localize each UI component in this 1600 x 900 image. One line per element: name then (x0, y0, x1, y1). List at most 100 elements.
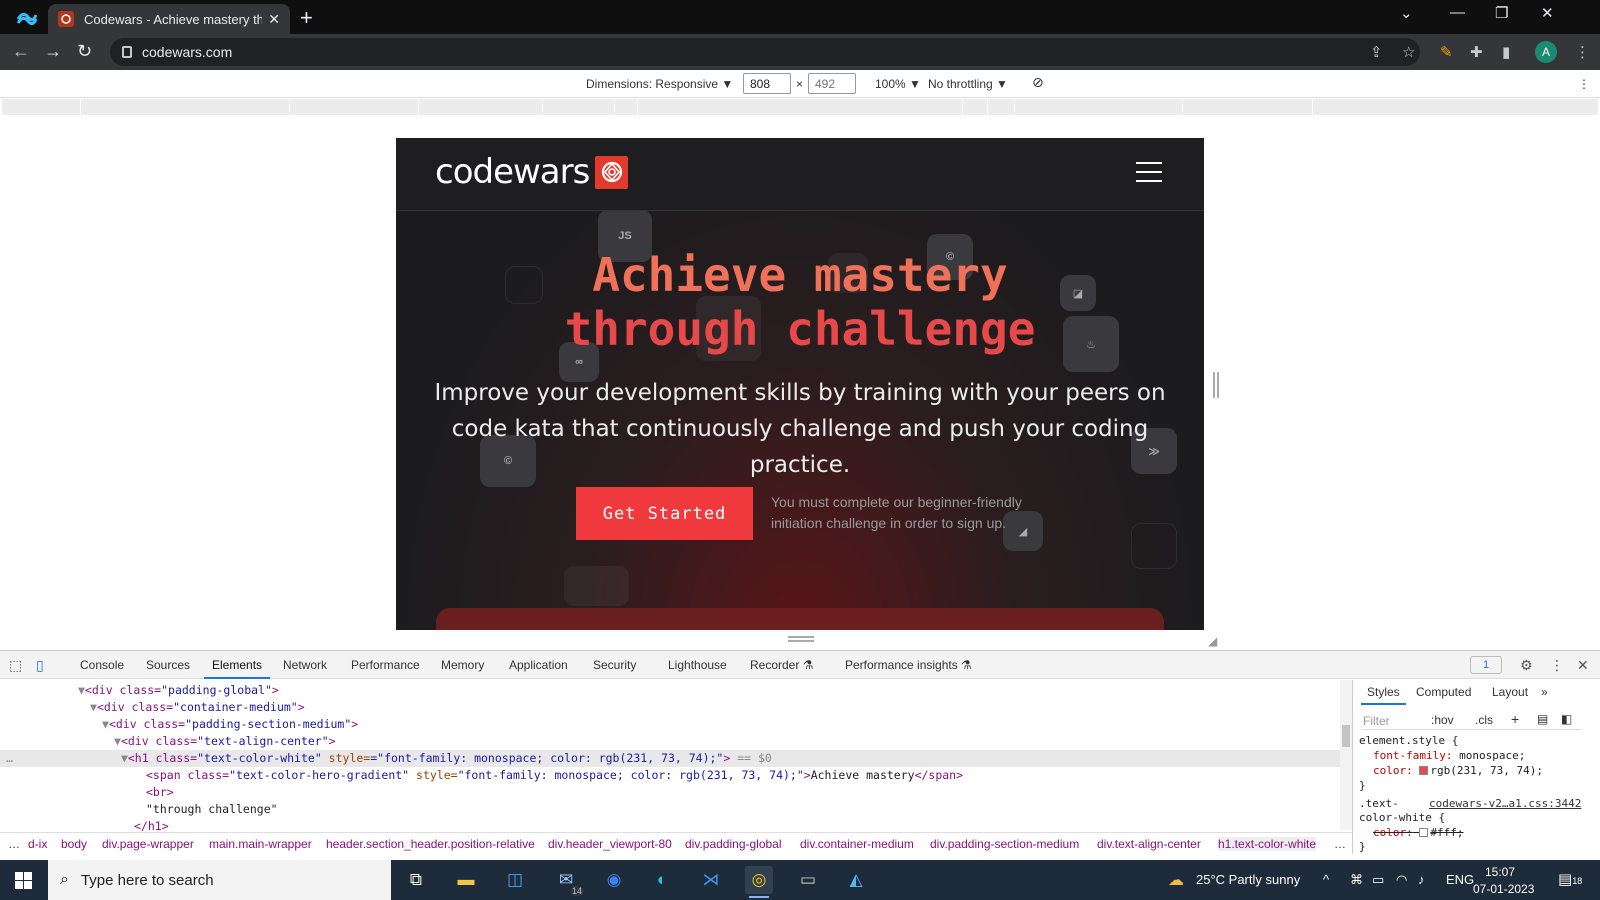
device-toggle-icon[interactable]: ▯ (36, 657, 44, 674)
tab-network[interactable]: Network (283, 658, 327, 672)
settings-gear-icon[interactable]: ⚙ (1520, 657, 1533, 674)
dom-node[interactable]: <span class="text-color-hero-gradient" s… (146, 767, 963, 784)
tab-sources[interactable]: Sources (146, 658, 190, 672)
dom-node[interactable]: </h1> (134, 818, 169, 832)
taskbar-search-input[interactable]: ⌕ Type here to search (48, 860, 391, 900)
elements-scrollbar[interactable] (1340, 680, 1352, 830)
breadcrumb-overflow[interactable]: … (8, 837, 20, 851)
color-swatch[interactable] (1419, 828, 1429, 837)
cls-toggle[interactable]: .cls (1475, 713, 1493, 727)
get-started-button[interactable]: Get Started (576, 487, 753, 540)
battery-icon[interactable]: ▭ (1372, 872, 1384, 888)
weather-text[interactable]: 25°C Partly sunny (1196, 872, 1300, 887)
sidebar-toggle-icon[interactable]: ◧ (1561, 712, 1572, 726)
wifi-icon[interactable]: ◠ (1396, 872, 1407, 888)
tab-security[interactable]: Security (593, 658, 636, 672)
breadcrumb-item[interactable]: div.padding-section-medium (930, 837, 1079, 851)
tab-performance[interactable]: Performance (351, 658, 420, 672)
dom-text-node[interactable]: "through challenge" (146, 801, 278, 818)
back-arrow-icon[interactable]: ← (12, 41, 30, 62)
clock-time[interactable]: 15:07 (1485, 865, 1515, 879)
firefox-icon[interactable]: ◉ (600, 866, 628, 894)
dom-node[interactable]: ▼<div class="padding-global"> (78, 682, 279, 699)
tab-search-icon[interactable] (16, 9, 38, 25)
dom-node[interactable]: ▼<div class="container-medium"> (90, 699, 305, 716)
task-view-icon[interactable]: ⧉ (402, 866, 430, 894)
volume-icon[interactable]: ♪ (1418, 872, 1425, 887)
dom-node-selected[interactable]: … ▼<h1 class="text-color-white" style=="f… (0, 750, 1340, 767)
hamburger-menu-icon[interactable] (1136, 162, 1162, 182)
notifications-icon[interactable]: ▤18 (1558, 870, 1582, 888)
tab-styles[interactable]: Styles (1361, 685, 1406, 705)
mail-icon[interactable]: ✉ 14 (552, 866, 584, 896)
tab-application[interactable]: Application (509, 658, 568, 672)
tab-layout[interactable]: Layout (1492, 685, 1528, 699)
tab-lighthouse[interactable]: Lighthouse (668, 658, 727, 672)
zoom-dropdown[interactable]: 100% ▼ (875, 77, 921, 91)
tab-memory[interactable]: Memory (441, 658, 484, 672)
profile-avatar[interactable]: A (1535, 41, 1557, 63)
rotate-icon[interactable]: ⊘ (1032, 74, 1044, 91)
breadcrumb-item[interactable]: div.text-align-center (1097, 837, 1201, 851)
terminal-icon[interactable]: ▭ (794, 866, 822, 894)
breadcrumb-item[interactable]: d-ix (28, 837, 47, 851)
viewport-width-input[interactable]: 808 (743, 73, 791, 94)
color-swatch[interactable] (1419, 766, 1429, 775)
microsoft-store-icon[interactable]: ◫ (501, 866, 529, 894)
hov-toggle[interactable]: :hov (1431, 713, 1454, 727)
photos-icon[interactable]: ◭ (842, 866, 870, 894)
dom-node[interactable]: <br> (146, 784, 174, 801)
device-toolbar-menu-icon[interactable]: ⋮ (1578, 77, 1590, 91)
dimensions-dropdown[interactable]: Dimensions: Responsive ▼ (586, 77, 733, 91)
elements-tree[interactable]: ▼<div class="padding-global"> ▼<div clas… (0, 680, 1340, 832)
dom-node[interactable]: ▼<div class="text-align-center"> (114, 733, 336, 750)
tab-close-icon[interactable]: ✕ (268, 11, 280, 28)
breadcrumb-item[interactable]: div.container-medium (800, 837, 914, 851)
viewport-resize-handle-bottom[interactable] (788, 636, 814, 642)
minimize-button[interactable]: — (1450, 4, 1465, 21)
style-declaration[interactable]: color: rgb(231, 73, 74); (1373, 764, 1543, 777)
paint-icon[interactable]: ▤ (1537, 712, 1548, 726)
tray-chevron-icon[interactable]: ^ (1323, 872, 1329, 887)
close-window-button[interactable]: ✕ (1541, 4, 1554, 22)
edge-icon[interactable]: ◐ (648, 866, 676, 894)
inspect-element-icon[interactable]: ⬚ (9, 657, 22, 674)
clock-date[interactable]: 07-01-2023 (1473, 882, 1534, 896)
viewport-resize-corner-icon[interactable]: ◢ (1208, 634, 1217, 648)
dom-node[interactable]: ▼<div class="padding-section-medium"> (102, 716, 358, 733)
tab-computed[interactable]: Computed (1416, 685, 1471, 699)
breadcrumb-overflow[interactable]: … (1334, 837, 1346, 851)
bookmark-star-icon[interactable]: ☆ (1402, 43, 1415, 61)
forward-arrow-icon[interactable]: → (44, 41, 62, 62)
chrome-icon[interactable]: ◎ (745, 866, 773, 898)
address-bar[interactable]: codewars.com (110, 38, 1420, 66)
new-tab-button[interactable]: + (300, 5, 313, 31)
extension-pen-icon[interactable]: ✎ (1440, 43, 1453, 61)
file-explorer-icon[interactable]: ▬ (452, 866, 480, 894)
browser-menu-icon[interactable]: ⋮ (1575, 43, 1590, 61)
stylesheet-source-link[interactable]: codewars-v2…a1.css:3442 (1429, 797, 1581, 810)
extensions-puzzle-icon[interactable]: ✚ (1470, 43, 1483, 61)
reload-icon[interactable]: ↻ (77, 41, 92, 62)
issues-badge[interactable]: 1 (1470, 656, 1502, 674)
network-icon[interactable]: ⌘ (1350, 872, 1363, 888)
vscode-icon[interactable]: ⋊ (697, 866, 725, 894)
maximize-button[interactable]: ❐ (1495, 4, 1508, 22)
breadcrumb-item[interactable]: div.header_viewport-80 (548, 837, 672, 851)
windows-start-icon[interactable] (15, 872, 32, 889)
breadcrumb-item-active[interactable]: h1.text-color-white (1218, 837, 1317, 851)
share-icon[interactable]: ⇪ (1370, 43, 1383, 61)
codewars-logo[interactable]: codewars (435, 152, 629, 192)
tab-list-chevron-icon[interactable]: ⌄ (1400, 4, 1413, 22)
style-declaration-overridden[interactable]: color: #fff; (1373, 826, 1464, 839)
tab-recorder[interactable]: Recorder ⚗ (750, 658, 813, 672)
styles-filter-input[interactable]: Filter :hov .cls + ▤ ◧ (1361, 710, 1581, 730)
breadcrumb-item[interactable]: main.main-wrapper (209, 837, 312, 851)
breadcrumb-item[interactable]: div.padding-global (685, 837, 782, 851)
breadcrumb-item[interactable]: body (61, 837, 87, 851)
browser-tab-codewars[interactable]: Codewars - Achieve mastery thro ✕ (48, 4, 290, 34)
tab-console[interactable]: Console (80, 658, 124, 672)
breadcrumb-item[interactable]: header.section_header.position-relative (326, 837, 535, 851)
media-query-ruler[interactable] (2, 99, 1598, 115)
throttling-dropdown[interactable]: No throttling ▼ (928, 77, 1008, 91)
